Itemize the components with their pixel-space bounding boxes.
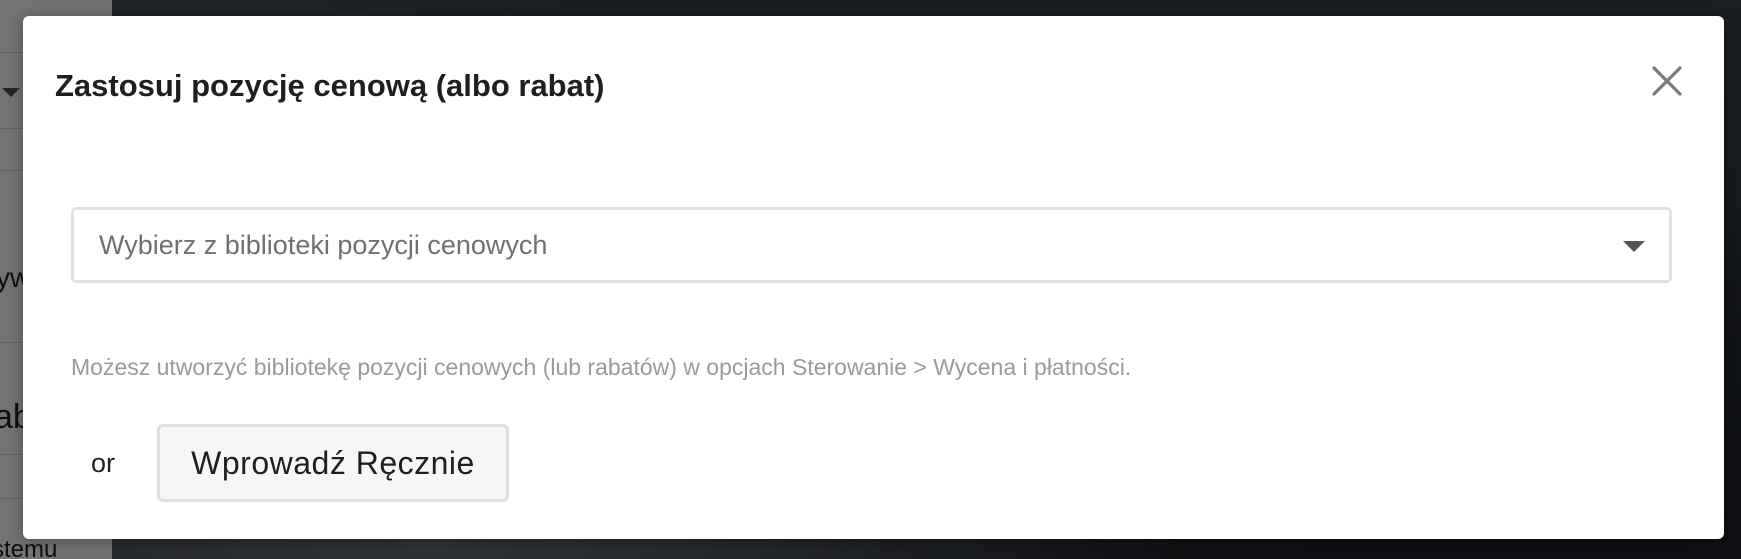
select-placeholder: Wybierz z biblioteki pozycji cenowych [99, 230, 548, 260]
or-label: or [91, 448, 116, 478]
price-library-select[interactable]: Wybierz z biblioteki pozycji cenowych [71, 207, 1672, 283]
chevron-down-icon [1623, 241, 1645, 252]
close-button[interactable] [1644, 58, 1690, 104]
enter-manually-button[interactable]: Wprowadź Ręcznie [157, 424, 509, 502]
close-icon [1652, 66, 1682, 96]
price-item-modal: Zastosuj pozycję cenową (albo rabat) Wyb… [23, 16, 1724, 539]
hint-text: Możesz utworzyć bibliotekę pozycji cenow… [71, 354, 1132, 380]
modal-title: Zastosuj pozycję cenową (albo rabat) [55, 68, 605, 103]
